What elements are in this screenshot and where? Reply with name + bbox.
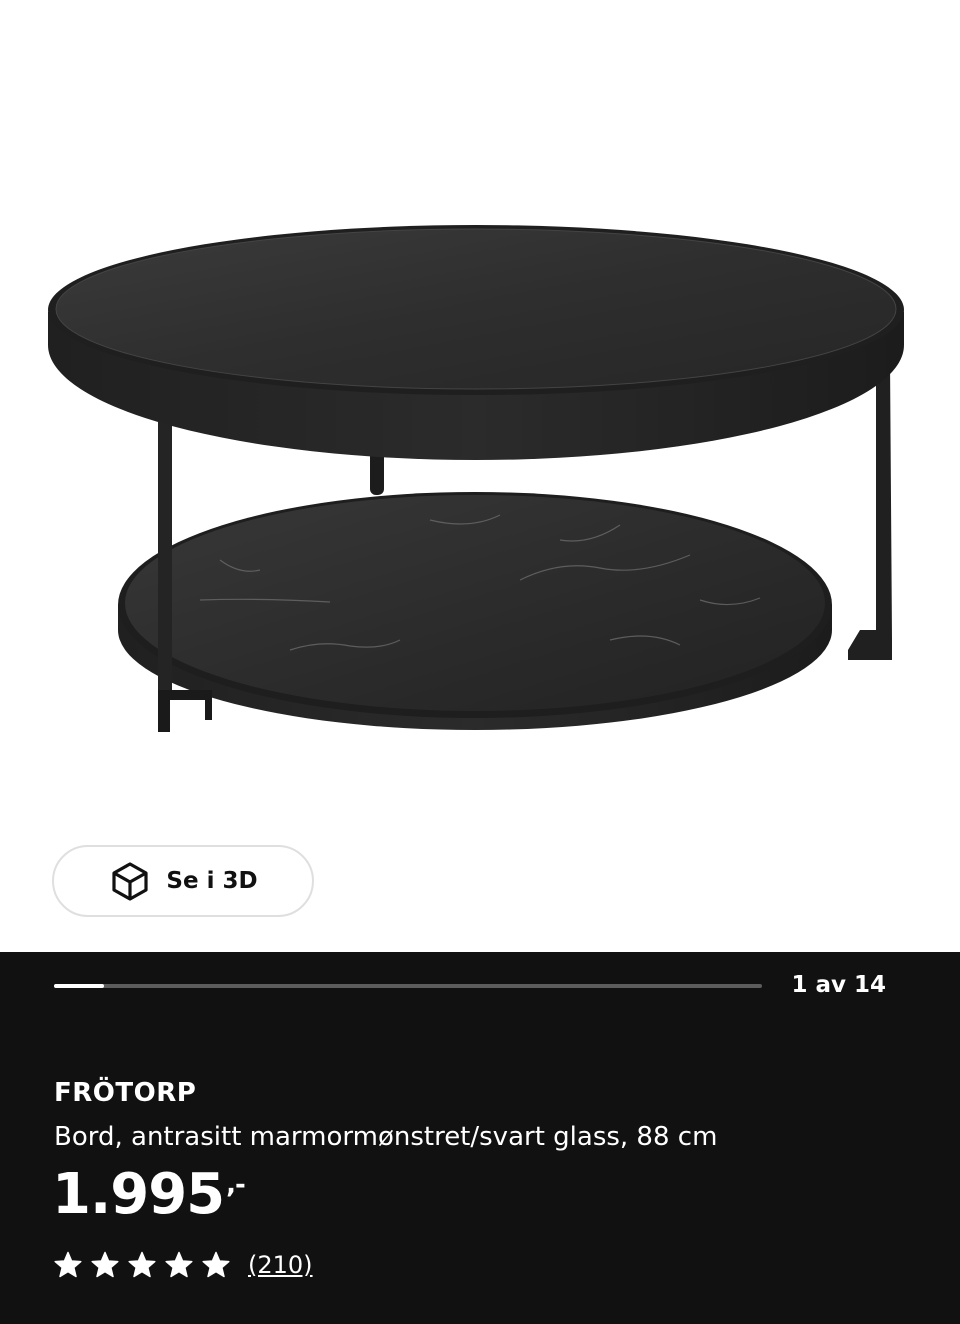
product-price: 1.995 ,- xyxy=(52,1162,246,1227)
product-image[interactable] xyxy=(0,0,960,820)
star-icon xyxy=(128,1251,156,1278)
price-suffix: ,- xyxy=(226,1170,246,1200)
product-rating[interactable]: (210) xyxy=(54,1246,313,1284)
product-name: FRÖTORP xyxy=(54,1078,197,1108)
view-in-3d-label: Se i 3D xyxy=(166,868,258,894)
star-icon xyxy=(202,1251,230,1278)
rating-stars xyxy=(54,1251,230,1279)
cube-3d-icon xyxy=(108,859,152,903)
star-icon xyxy=(91,1251,119,1278)
gallery-progress-fill xyxy=(54,984,104,988)
gallery-counter: 1 av 14 xyxy=(791,972,886,998)
product-description: Bord, antrasitt marmormønstret/svart gla… xyxy=(54,1122,718,1152)
view-in-3d-button[interactable]: Se i 3D xyxy=(52,845,314,917)
product-page: Se i 3D 1 av 14 FRÖTORP Bord, antrasitt … xyxy=(0,0,960,1324)
review-count-link[interactable]: (210) xyxy=(248,1251,313,1279)
star-icon xyxy=(165,1251,193,1278)
product-image-area[interactable]: Se i 3D xyxy=(0,0,960,952)
gallery-progress-bar xyxy=(54,984,762,988)
star-icon xyxy=(54,1251,82,1278)
price-amount: 1.995 xyxy=(52,1162,225,1227)
